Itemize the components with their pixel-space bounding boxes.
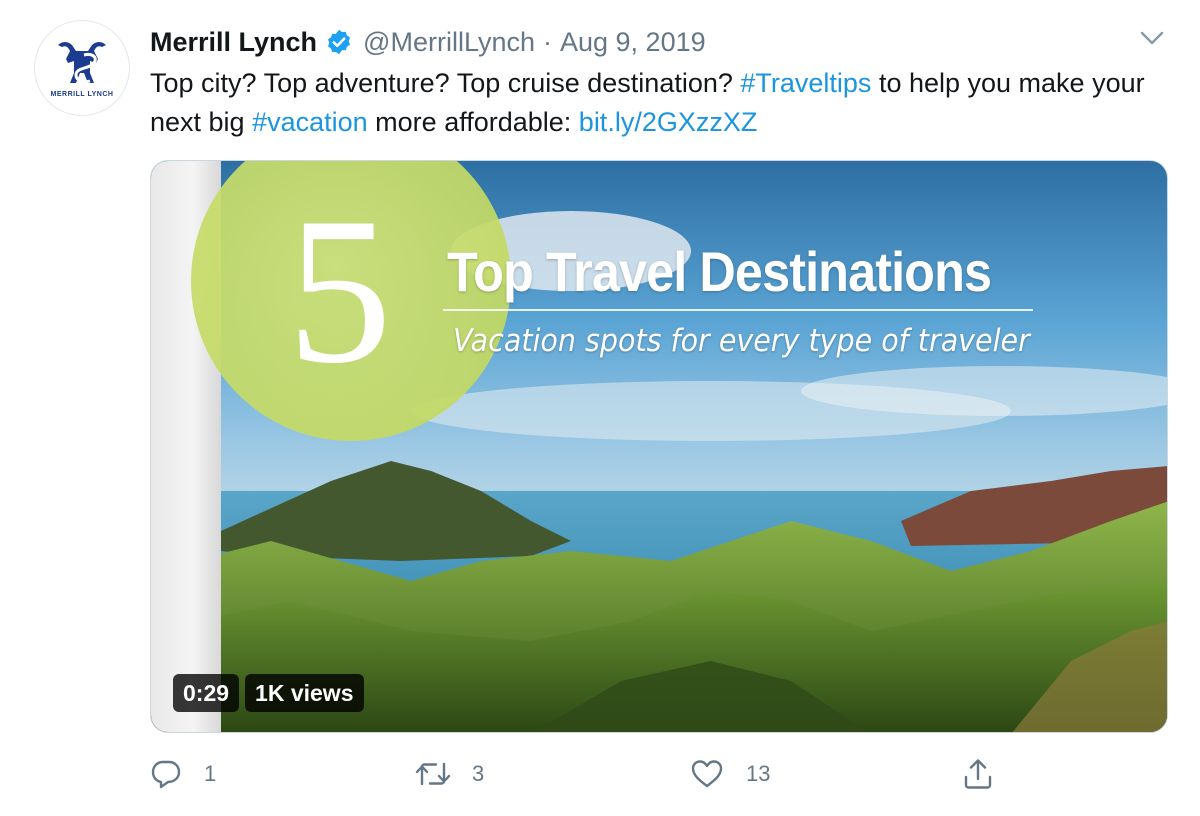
hashtag-traveltips[interactable]: #Traveltips [740,68,871,98]
reply-button[interactable]: 1 [150,752,216,796]
media-title: Top Travel Destinations [447,240,992,303]
share-icon [962,757,994,791]
media-subtitle: Vacation spots for every type of travele… [453,323,1030,359]
heart-icon [690,758,724,790]
bull-logo-icon [58,41,106,83]
like-button[interactable]: 13 [690,752,770,796]
retweet-icon [414,758,452,790]
video-duration: 0:29 [173,674,240,712]
like-count: 13 [746,761,771,786]
tweet-header: Merrill Lynch @MerrillLynch · Aug 9, 201… [150,22,706,62]
share-button[interactable] [962,752,994,796]
video-views: 1K views [245,674,364,712]
avatar[interactable]: MERRILL LYNCH [34,20,130,116]
chevron-down-icon[interactable] [1138,28,1166,48]
reply-count: 1 [204,761,217,786]
video-badges: 0:29 1K views [173,674,364,712]
title-divider [443,309,1033,311]
tweet-date[interactable]: Aug 9, 2019 [560,27,706,58]
author-handle[interactable]: @MerrillLynch [363,27,535,58]
tweet-text: Top city? Top adventure? Top cruise dest… [150,64,1150,142]
avatar-text: MERRILL LYNCH [50,90,114,98]
reply-icon [150,758,182,790]
tweet-link[interactable]: bit.ly/2GXzzXZ [579,107,758,137]
separator-dot: · [543,26,552,57]
tweet-text-part: more affordable: [367,107,579,137]
verified-badge-icon [325,28,353,56]
tweet-actions: 1 3 13 [150,752,1168,796]
media-number: 5 [287,175,392,407]
hashtag-vacation[interactable]: #vacation [252,107,368,137]
tweet-text-part: Top city? Top adventure? Top cruise dest… [150,68,741,98]
author-name[interactable]: Merrill Lynch [150,27,317,58]
retweet-count: 3 [472,761,485,786]
retweet-button[interactable]: 3 [414,752,484,796]
video-player[interactable]: 5 Top Travel Destinations Vacation spots… [150,160,1168,733]
